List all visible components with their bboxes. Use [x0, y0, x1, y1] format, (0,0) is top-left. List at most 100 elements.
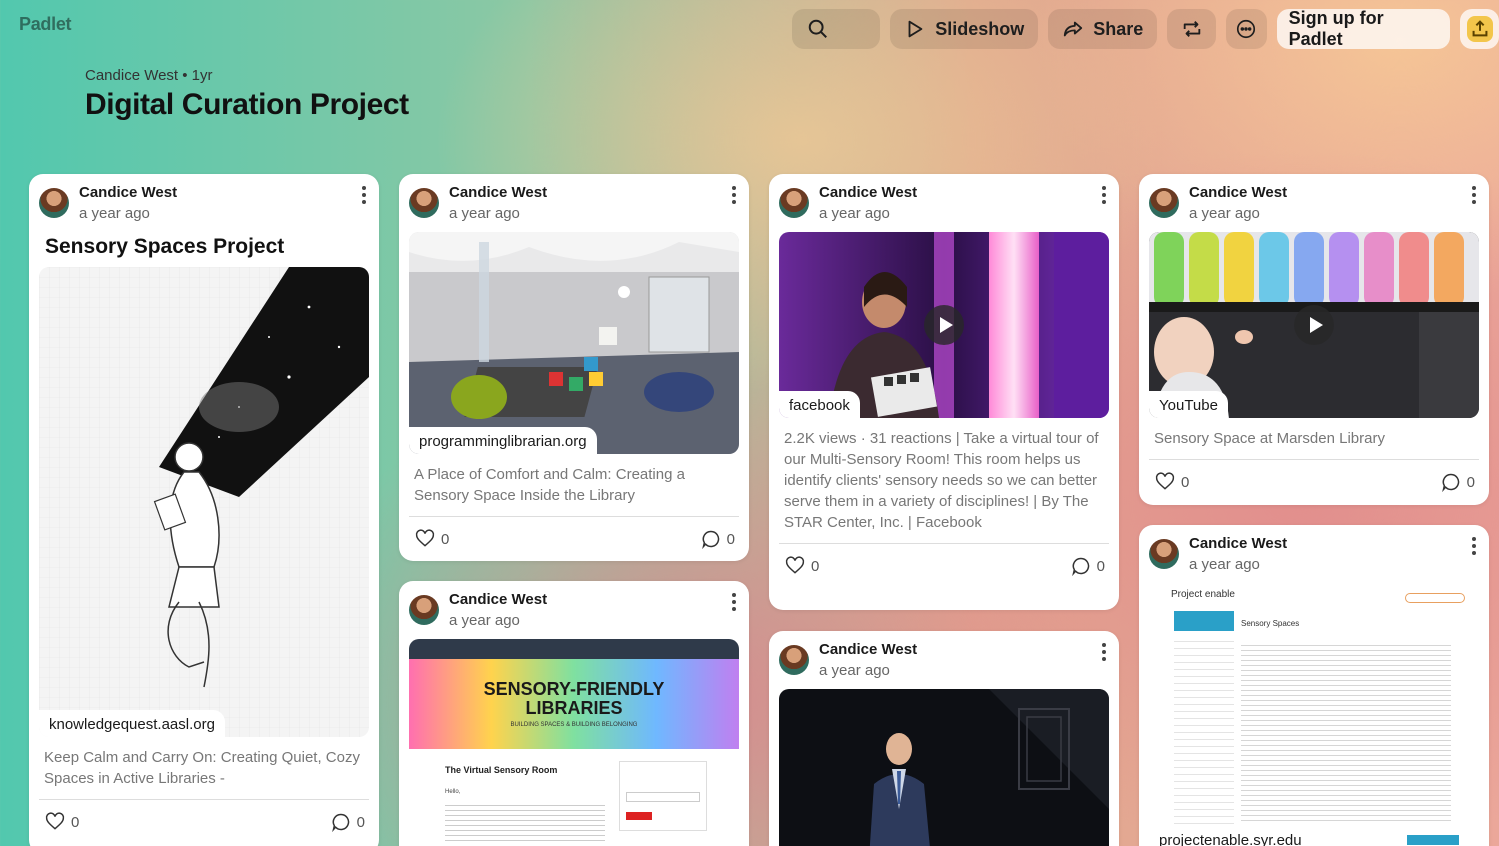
post-header: Candice West a year ago — [1139, 525, 1489, 581]
post-header: Candice West a year ago — [29, 174, 379, 230]
signup-button[interactable]: Sign up for Padlet — [1276, 8, 1451, 49]
post-image[interactable]: programminglibrarian.org — [409, 232, 739, 454]
like-button[interactable]: 0 — [45, 812, 79, 832]
post-author: Candice West — [449, 591, 548, 608]
sensory-room-photo — [409, 232, 739, 454]
post-image[interactable]: SENSORY-FRIENDLY LIBRARIES BUILDING SPAC… — [409, 639, 739, 846]
like-count: 0 — [71, 813, 80, 831]
post-card[interactable]: Candice West a year ago SENSORY-FRIENDLY… — [399, 581, 749, 846]
post-footer: 0 0 — [39, 799, 369, 843]
avatar[interactable] — [1149, 539, 1179, 569]
like-count: 0 — [441, 530, 450, 548]
post-menu-icon[interactable] — [1101, 643, 1107, 661]
play-icon[interactable] — [924, 305, 964, 345]
speaker-video-thumbnail — [779, 689, 1109, 846]
post-time: a year ago — [79, 205, 150, 222]
more-button[interactable] — [1225, 9, 1267, 49]
avatar[interactable] — [1149, 188, 1179, 218]
comment-count: 0 — [356, 813, 365, 831]
post-link-source[interactable]: YouTube — [1149, 391, 1228, 418]
post-link-source[interactable]: knowledgequest.aasl.org — [39, 710, 225, 737]
banner-subtitle: BUILDING SPACES & BUILDING BELONGING — [510, 722, 638, 728]
post-author: Candice West — [449, 184, 548, 201]
avatar[interactable] — [779, 645, 809, 675]
export-icon — [1466, 16, 1493, 42]
comment-count: 0 — [1096, 557, 1105, 575]
post-time: a year ago — [819, 662, 890, 679]
post-card[interactable]: Candice West a year ago YouTube Sensory … — [1139, 174, 1489, 505]
board-title: Digital Curation Project — [85, 88, 409, 121]
post-video[interactable]: YouTube — [1149, 232, 1479, 418]
post-video[interactable]: facebook — [779, 232, 1109, 418]
export-button[interactable] — [1460, 9, 1499, 49]
post-description: A Place of Comfort and Calm: Creating a … — [414, 466, 685, 504]
post-card[interactable]: Candice West a year ago programminglibra… — [399, 174, 749, 561]
avatar[interactable] — [779, 188, 809, 218]
post-time: a year ago — [1189, 556, 1260, 573]
slideshow-label: Slideshow — [935, 18, 1025, 39]
post-description: Sensory Space at Marsden Library — [1154, 430, 1385, 447]
post-card[interactable]: Candice West a year ago facebook 2.2K vi… — [769, 174, 1119, 610]
site-logo: Project enable — [1171, 589, 1235, 600]
post-menu-icon[interactable] — [1471, 186, 1477, 204]
post-menu-icon[interactable] — [731, 186, 737, 204]
site-banner: SENSORY-FRIENDLY LIBRARIES BUILDING SPAC… — [409, 659, 739, 749]
post-link-source[interactable]: programminglibrarian.org — [409, 427, 597, 454]
more-icon — [1237, 19, 1256, 39]
like-count: 0 — [1181, 473, 1190, 491]
post-author: Candice West — [1189, 535, 1288, 552]
post-image[interactable]: Project enable Sensory Spaces projectena… — [1149, 583, 1479, 846]
comment-button[interactable]: 0 — [331, 812, 365, 832]
subscribe-box — [619, 761, 707, 831]
post-card[interactable]: Candice West a year ago Project enable S… — [1139, 525, 1489, 846]
site-footer-button — [1407, 835, 1459, 845]
heart-icon — [415, 529, 435, 547]
post-card[interactable]: Candice West a year ago Sensory Spaces P… — [29, 174, 379, 846]
avatar[interactable] — [39, 188, 69, 218]
post-menu-icon[interactable] — [731, 593, 737, 611]
post-description: 2.2K views · 31 reactions | Take a virtu… — [784, 430, 1099, 531]
share-icon — [1064, 21, 1083, 37]
post-author: Candice West — [819, 184, 918, 201]
remake-button[interactable] — [1167, 9, 1216, 49]
post-video[interactable] — [779, 689, 1109, 846]
slideshow-button[interactable]: Slideshow — [890, 9, 1039, 49]
comment-button[interactable]: 0 — [1441, 472, 1475, 492]
board-meta: Candice West • 1yr — [85, 67, 213, 84]
comment-button[interactable]: 0 — [701, 529, 735, 549]
site-sidebar-active — [1174, 611, 1234, 631]
top-toolbar: Slideshow Share Sign up for Padlet — [792, 8, 1499, 49]
post-author: Candice West — [79, 184, 178, 201]
page-heading: Sensory Spaces — [1241, 619, 1300, 628]
search-button[interactable] — [792, 9, 881, 49]
like-button[interactable]: 0 — [1155, 472, 1189, 492]
share-button[interactable]: Share — [1048, 9, 1158, 49]
post-footer: 0 0 — [409, 516, 739, 560]
post-card[interactable]: Candice West a year ago — [769, 631, 1119, 846]
post-header: Candice West a year ago — [769, 631, 1119, 687]
like-button[interactable]: 0 — [785, 556, 819, 576]
page-greeting: Hello, — [445, 789, 461, 795]
comment-icon — [1071, 557, 1089, 576]
search-icon — [808, 19, 827, 38]
avatar[interactable] — [409, 595, 439, 625]
padlet-logo[interactable]: Padlet — [19, 14, 72, 35]
post-image[interactable]: knowledgequest.aasl.org — [39, 267, 369, 737]
post-header: Candice West a year ago — [399, 174, 749, 230]
post-footer: 0 0 — [779, 543, 1109, 587]
post-menu-icon[interactable] — [361, 186, 367, 204]
post-menu-icon[interactable] — [1471, 537, 1477, 555]
post-link-source[interactable]: facebook — [779, 391, 860, 418]
post-header: Candice West a year ago — [769, 174, 1119, 230]
play-icon[interactable] — [1294, 305, 1334, 345]
post-time: a year ago — [819, 205, 890, 222]
comment-button[interactable]: 0 — [1071, 556, 1105, 576]
post-link-source[interactable]: projectenable.syr.edu — [1149, 826, 1312, 846]
avatar[interactable] — [409, 188, 439, 218]
comment-count: 0 — [726, 530, 735, 548]
like-button[interactable]: 0 — [415, 529, 449, 549]
post-menu-icon[interactable] — [1101, 186, 1107, 204]
site-sidebar — [1174, 635, 1234, 825]
illustration-reading-girl — [39, 267, 369, 737]
site-nav-bar — [409, 639, 739, 659]
